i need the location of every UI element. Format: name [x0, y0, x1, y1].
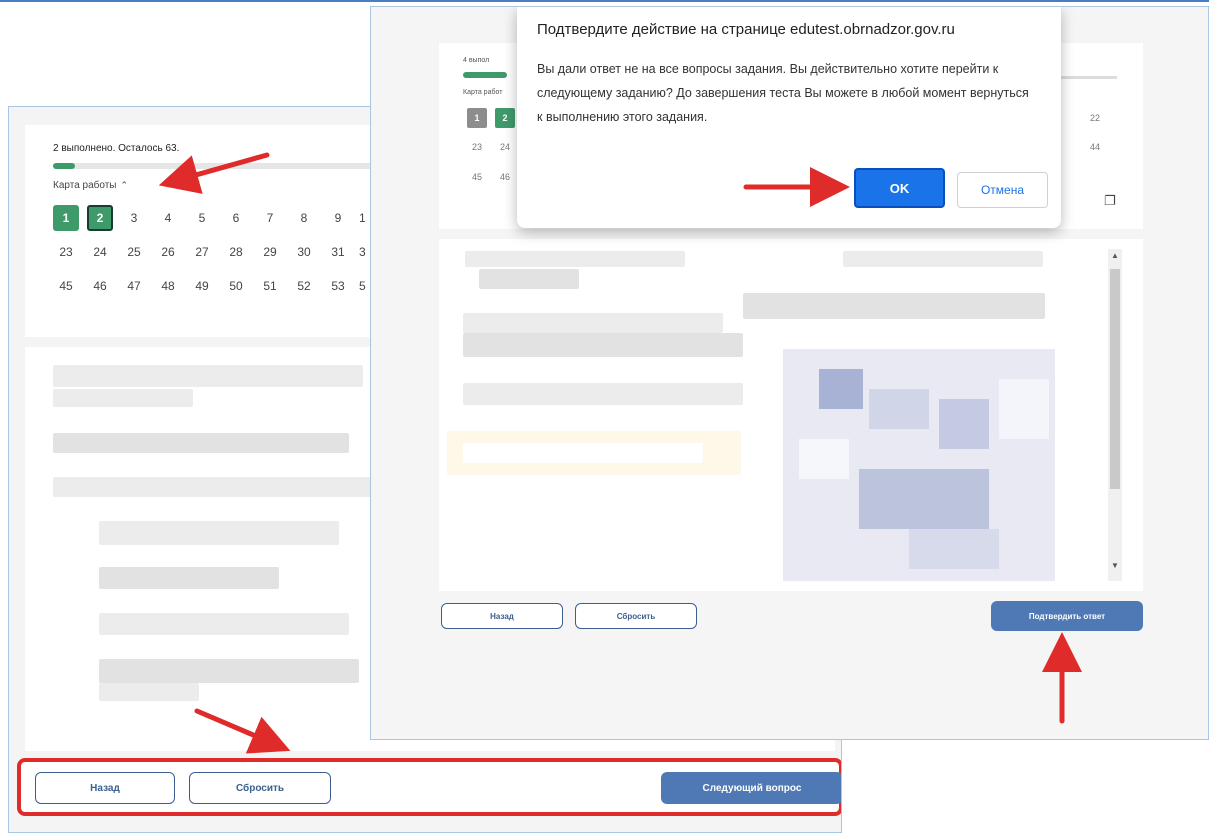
question-cell-23[interactable]: 23 [467, 137, 487, 157]
scroll-up-icon[interactable]: ▲ [1111, 251, 1119, 260]
question-cell-44[interactable]: 44 [1085, 137, 1105, 157]
top-border-line [0, 0, 1209, 2]
confirm-answer-button[interactable]: Подтвердить ответ [991, 601, 1143, 631]
work-map-label-right: Карта работ [463, 89, 503, 96]
question-cell[interactable]: 47 [121, 273, 147, 299]
confirm-dialog: Подтвердите действие на странице edutest… [517, 7, 1061, 228]
work-map-row: 45 46 47 48 49 50 51 52 53 5 [53, 269, 383, 303]
dialog-message: Вы дали ответ не на все вопросы задания.… [537, 62, 1029, 124]
test-page-screenshot-right: 4 выпол Карта работ 1 2 22 23 24 44 45 4… [370, 6, 1209, 740]
question-cell-1[interactable]: 1 [467, 108, 487, 128]
question-cell[interactable]: 8 [291, 205, 317, 231]
question-cell[interactable]: 4 [155, 205, 181, 231]
progress-text: 2 выполнено. Осталось 63. [53, 143, 180, 154]
progress-track-right [1061, 76, 1117, 79]
next-question-button[interactable]: Следующий вопрос [661, 772, 841, 804]
reset-button-right[interactable]: Сбросить [575, 603, 697, 629]
question-cell[interactable]: 26 [155, 239, 181, 265]
back-button-right[interactable]: Назад [441, 603, 563, 629]
work-map-grid: 1 2 3 4 5 6 7 8 9 1 23 24 25 26 27 28 29 30 31 3 45 46 47 48 49 5… [53, 201, 383, 303]
progress-bar-fill [53, 163, 75, 169]
work-map-row: 1234567891 [53, 201, 383, 235]
question-cell[interactable]: 23 [53, 239, 79, 265]
chevron-up-icon: ⌃ [120, 180, 129, 190]
question-cell[interactable]: 31 [325, 239, 351, 265]
question-cell[interactable]: 50 [223, 273, 249, 299]
progress-bar-right [463, 72, 507, 78]
question-cell[interactable]: 30 [291, 239, 317, 265]
work-map-row: 23 24 25 26 27 28 29 30 31 3 [53, 235, 383, 269]
dialog-title: Подтвердите действие на странице edutest… [537, 21, 955, 38]
question-cell[interactable]: 3 [121, 205, 147, 231]
question-cell[interactable]: 29 [257, 239, 283, 265]
question-cell-24[interactable]: 24 [495, 137, 515, 157]
progress-card: 2 выполнено. Осталось 63. Карта работы ⌃ … [25, 125, 405, 337]
question-cell-46[interactable]: 46 [495, 167, 515, 187]
progress-bar [53, 163, 383, 169]
question-cell[interactable]: 3 [359, 239, 369, 265]
question-cell[interactable]: 27 [189, 239, 215, 265]
question-cell[interactable]: 52 [291, 273, 317, 299]
question-cell[interactable]: 46 [87, 273, 113, 299]
question-cell-22[interactable]: 22 [1085, 108, 1105, 128]
content-scrollbar-thumb[interactable] [1110, 269, 1120, 489]
question-cell[interactable]: 25 [121, 239, 147, 265]
question-cell[interactable]: 1 [359, 205, 369, 231]
dialog-cancel-button[interactable]: Отмена [957, 172, 1048, 208]
question-content-blurred-right [439, 239, 1143, 591]
question-cell[interactable]: 5 [359, 273, 369, 299]
question-cell[interactable]: 49 [189, 273, 215, 299]
dialog-ok-button[interactable]: OK [854, 168, 945, 208]
question-cell[interactable]: 9 [325, 205, 351, 231]
footer-highlight-box: Назад Сбросить Следующий вопрос [17, 758, 841, 816]
reset-button[interactable]: Сбросить [189, 772, 331, 804]
question-cell[interactable]: 6 [223, 205, 249, 231]
question-cell-2[interactable]: 2 [495, 108, 515, 128]
scroll-down-icon[interactable]: ▼ [1111, 561, 1119, 570]
copy-icon[interactable]: ❐ [1104, 193, 1116, 209]
work-map-label: Карта работы [53, 180, 117, 191]
question-cell[interactable]: 53 [325, 273, 351, 299]
question-cell[interactable]: 51 [257, 273, 283, 299]
work-map-toggle[interactable]: Карта работы ⌃ [53, 180, 128, 191]
question-cell[interactable]: 5 [189, 205, 215, 231]
question-cell-45[interactable]: 45 [467, 167, 487, 187]
question-cell[interactable]: 7 [257, 205, 283, 231]
question-cell[interactable]: 48 [155, 273, 181, 299]
question-cell[interactable]: 28 [223, 239, 249, 265]
question-cell[interactable]: 1 [53, 205, 79, 231]
question-cell[interactable]: 2 [87, 205, 113, 231]
progress-text-right: 4 выпол [463, 57, 490, 64]
question-cell[interactable]: 24 [87, 239, 113, 265]
back-button[interactable]: Назад [35, 772, 175, 804]
question-cell[interactable]: 45 [53, 273, 79, 299]
